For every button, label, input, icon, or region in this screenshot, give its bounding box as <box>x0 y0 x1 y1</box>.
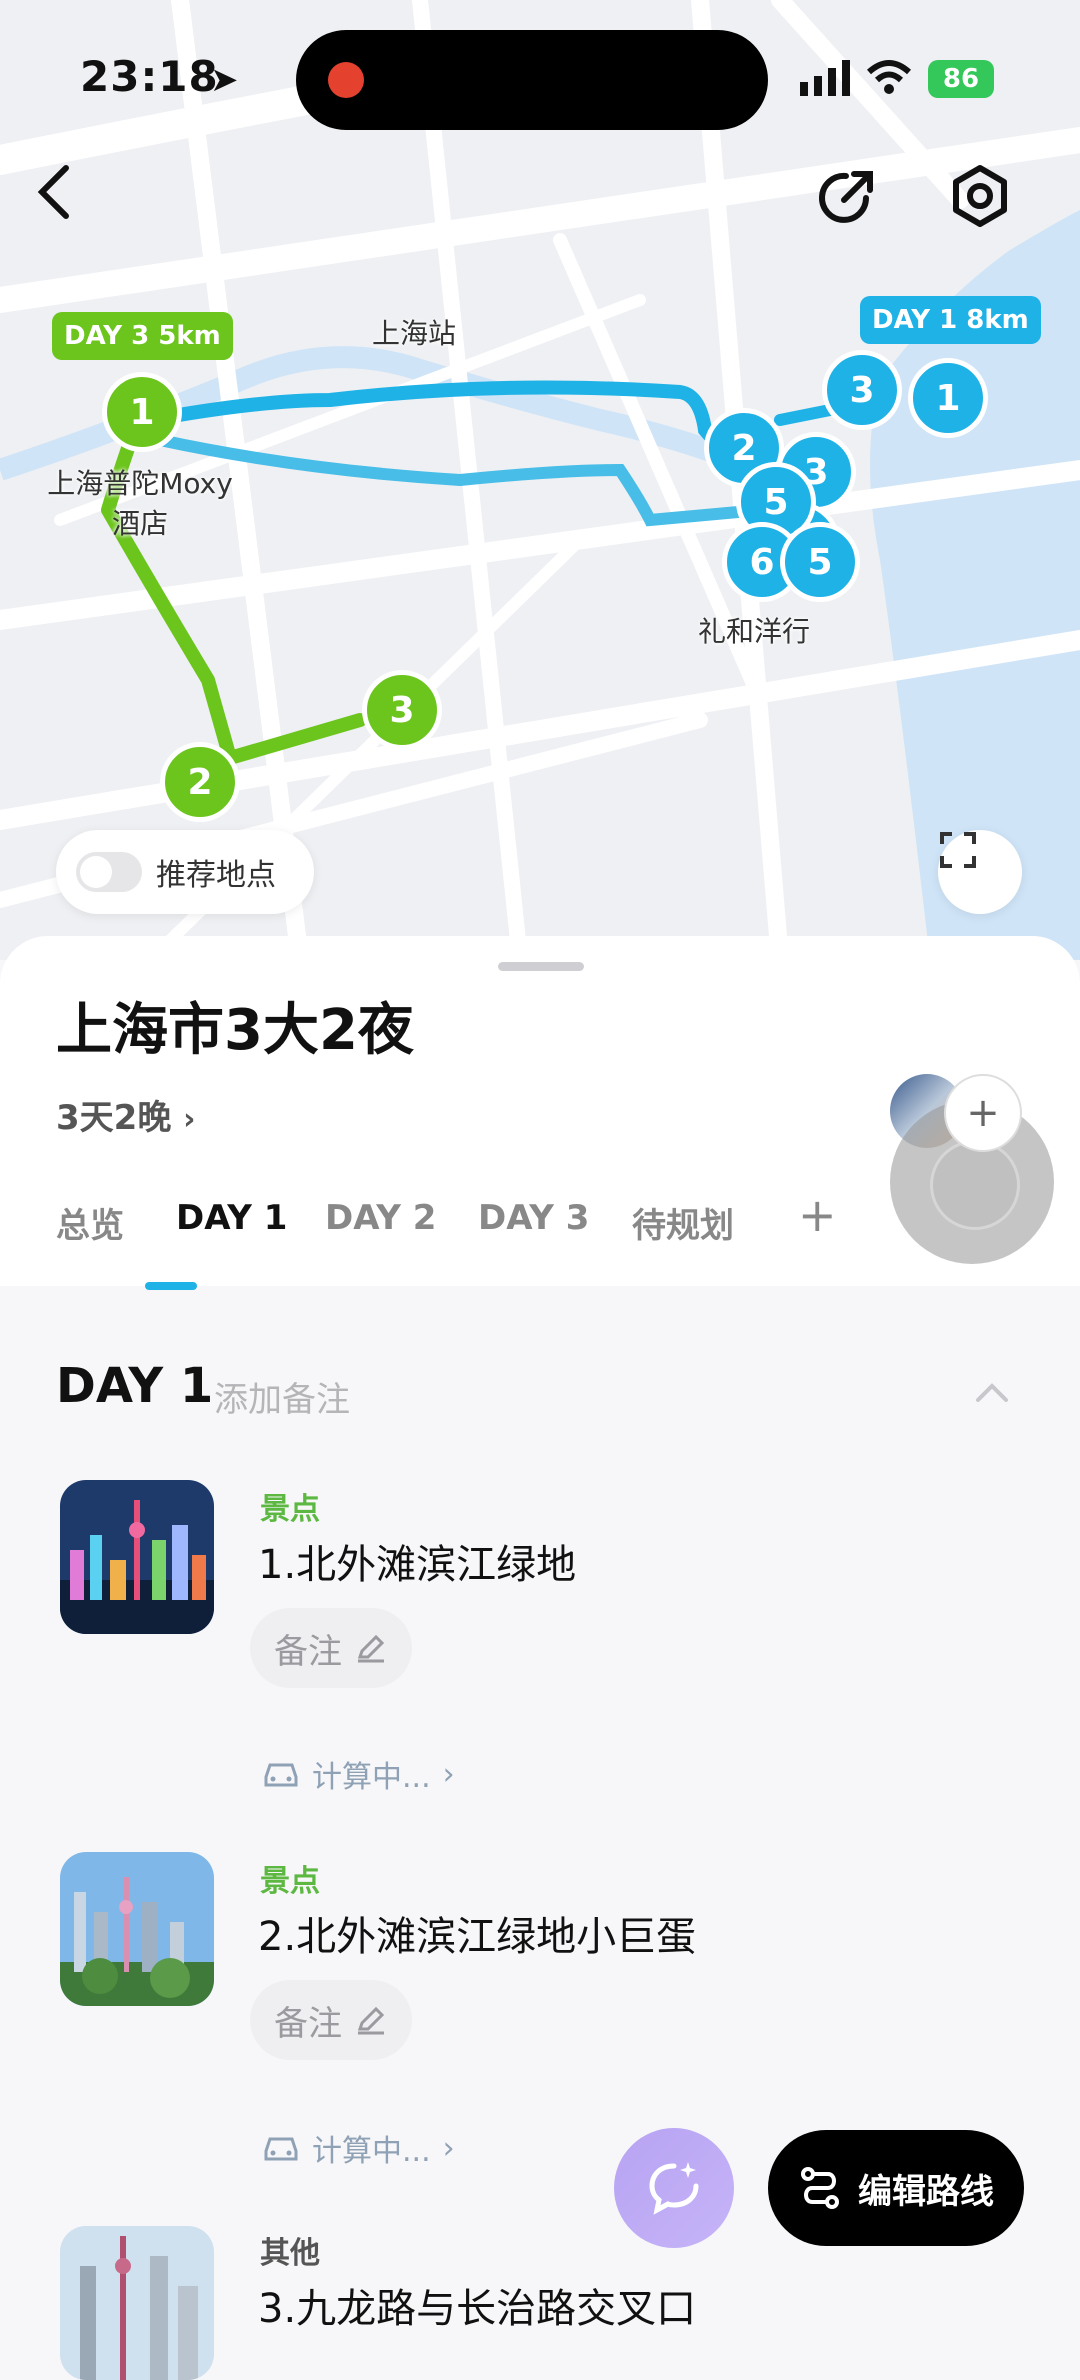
pencil-icon <box>357 2006 385 2035</box>
map-marker-day1[interactable]: 3 <box>822 350 902 430</box>
note-label: 备注 <box>274 1631 342 1672</box>
pencil-icon <box>357 1634 385 1663</box>
map-view[interactable]: 23:18 ➤ 86 DAY 3 5km DAY 1 8km 上海站 上海普陀M… <box>0 0 1080 960</box>
map-label-station: 上海站 <box>372 317 457 350</box>
transit-label: 计算中... <box>312 1760 431 1795</box>
poi-name[interactable]: 2.北外滩滨江绿地小巨蛋 <box>258 1904 696 1962</box>
ai-assistant-button[interactable] <box>614 2128 734 2248</box>
car-icon <box>264 2137 298 2161</box>
day3-distance-badge: DAY 3 5km <box>52 312 233 360</box>
poi-name[interactable]: 1.北外滩滨江绿地 <box>258 1532 576 1590</box>
battery-icon: 86 <box>928 60 994 98</box>
toggle-switch[interactable] <box>76 852 142 892</box>
recommend-places-toggle[interactable]: 推荐地点 <box>56 830 314 914</box>
share-arrow-icon <box>819 171 873 223</box>
tab-indicator <box>145 1282 197 1290</box>
poi-thumbnail[interactable] <box>60 2226 214 2380</box>
tab-day3[interactable]: DAY 3 <box>478 1198 589 1238</box>
map-label-lihe: 礼和洋行 <box>698 615 811 648</box>
poi-category: 其他 <box>260 2236 320 2271</box>
map-marker-day1[interactable]: 5 <box>780 522 860 602</box>
tab-day1[interactable]: DAY 1 <box>176 1198 287 1238</box>
tab-day2[interactable]: DAY 2 <box>325 1198 436 1238</box>
tab-unplanned[interactable]: 待规划 <box>632 1198 734 1247</box>
trip-duration: 3天2晚 <box>56 1098 172 1138</box>
expand-icon <box>940 832 976 868</box>
note-button[interactable]: 备注 <box>250 1980 412 2060</box>
note-label: 备注 <box>274 2003 342 2044</box>
map-marker-day3[interactable]: 1 <box>102 372 182 452</box>
add-tab-button[interactable]: + <box>798 1188 837 1242</box>
day-heading: DAY 1 <box>56 1358 214 1414</box>
poi-category: 景点 <box>260 1864 320 1899</box>
chat-sparkle-icon <box>649 2162 699 2215</box>
edit-route-button[interactable]: 编辑路线 <box>768 2130 1024 2246</box>
assistive-touch-inner <box>930 1140 1020 1230</box>
edit-route-label: 编辑路线 <box>858 2171 994 2212</box>
location-arrow-icon: ➤ <box>210 60 239 100</box>
status-time: 23:18 <box>80 52 219 101</box>
sheet-grabber[interactable] <box>498 962 584 971</box>
poi-name[interactable]: 3.九龙路与长治路交叉口 <box>258 2276 696 2334</box>
back-button[interactable] <box>34 164 124 254</box>
map-marker-day3[interactable]: 3 <box>362 670 442 750</box>
dynamic-island <box>296 30 768 130</box>
trip-duration-link[interactable]: 3天2晚 › <box>56 1090 196 1139</box>
map-label-hotel: 上海普陀Moxy 酒店 <box>47 467 233 540</box>
transit-label: 计算中... <box>312 2134 431 2169</box>
chevron-up-icon[interactable] <box>974 1374 1010 1410</box>
day1-distance-badge: DAY 1 8km <box>860 296 1041 344</box>
trip-title: 上海市3大2夜 <box>56 998 414 1063</box>
chevron-right-icon: › <box>442 1756 455 1792</box>
poi-thumbnail[interactable] <box>60 1480 214 1634</box>
transit-calc-link[interactable]: 计算中... › <box>262 2126 455 2170</box>
route-icon <box>801 2167 839 2209</box>
map-marker-day1[interactable]: 1 <box>908 358 988 438</box>
poi-category: 景点 <box>260 1492 320 1527</box>
note-button[interactable]: 备注 <box>250 1608 412 1688</box>
map-marker-day3[interactable]: 2 <box>160 742 240 822</box>
add-member-button[interactable]: + <box>944 1074 1022 1152</box>
toggle-label: 推荐地点 <box>156 858 276 893</box>
settings-button[interactable] <box>948 164 1038 254</box>
gear-icon <box>953 165 1007 227</box>
poi-thumbnail[interactable] <box>60 1852 214 2006</box>
add-note-link[interactable]: 添加备注 <box>214 1372 350 1421</box>
chevron-right-icon: › <box>183 1102 196 1137</box>
chevron-left-icon <box>37 165 69 219</box>
recording-indicator-icon <box>328 62 364 98</box>
transit-calc-link[interactable]: 计算中... › <box>262 1752 455 1796</box>
chevron-right-icon: › <box>442 2130 455 2166</box>
fullscreen-button[interactable] <box>938 830 1022 914</box>
tab-overview[interactable]: 总览 <box>56 1198 124 1247</box>
car-icon <box>264 1763 298 1787</box>
share-button[interactable] <box>814 164 904 254</box>
